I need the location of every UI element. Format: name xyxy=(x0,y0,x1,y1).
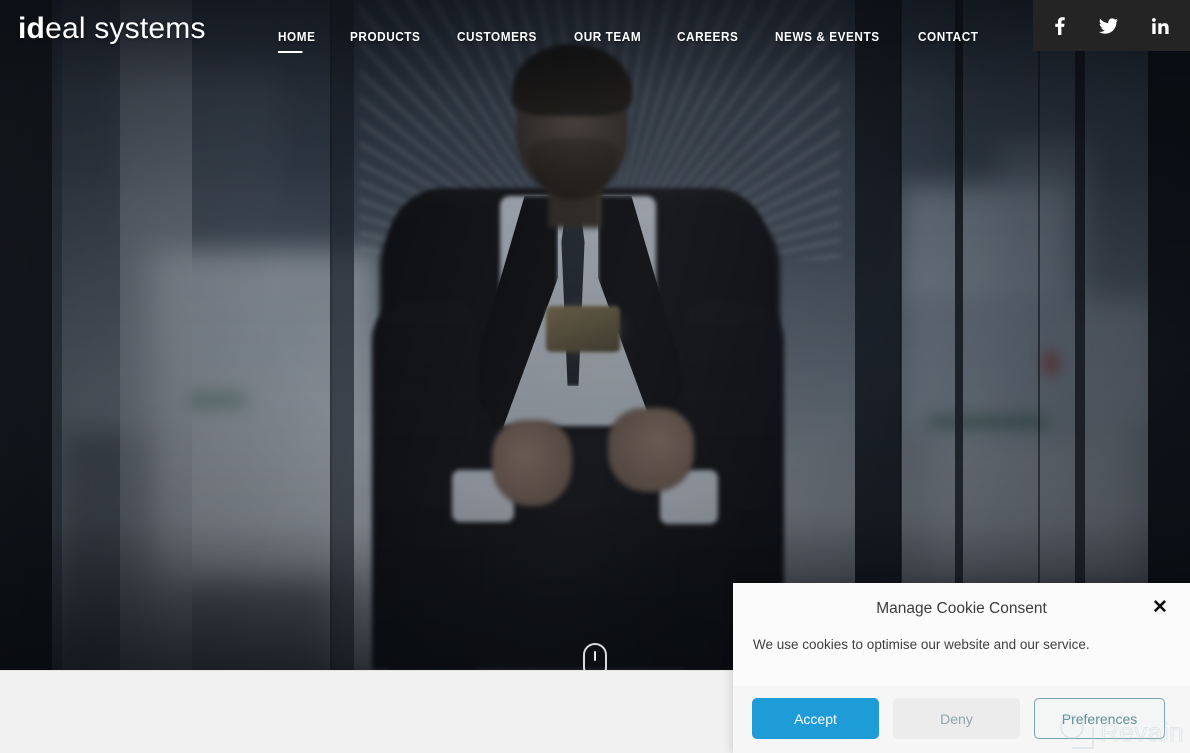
nav-item-products[interactable]: PRODUCTS xyxy=(350,30,435,44)
nav-item-label: OUR TEAM xyxy=(573,30,642,44)
preferences-button[interactable]: Preferences xyxy=(1034,698,1165,739)
logo-bold-part: id xyxy=(18,12,46,45)
nav-item-news-events[interactable]: NEWS & EVENTS xyxy=(775,30,895,44)
cookie-dialog-body: Manage Cookie Consent ✕ We use cookies t… xyxy=(733,583,1190,664)
hero-subject xyxy=(0,0,1190,670)
page-root: ideal systems HOME PRODUCTS CUSTOMERS OU… xyxy=(0,0,1190,753)
active-underline xyxy=(278,51,303,53)
main-navigation: HOME PRODUCTS CUSTOMERS OUR TEAM CAREERS… xyxy=(278,30,982,53)
mouse-scroll-icon[interactable] xyxy=(583,643,607,670)
nav-item-label: CUSTOMERS xyxy=(456,30,537,44)
nav-item-careers[interactable]: CAREERS xyxy=(677,30,753,44)
hero-background-image xyxy=(0,0,1190,670)
deny-button[interactable]: Deny xyxy=(893,698,1020,739)
hero-section xyxy=(0,0,1190,670)
cookie-dialog-actions: Accept Deny Preferences xyxy=(733,686,1190,753)
logo-rest-part: eal systems xyxy=(45,12,206,45)
nav-item-our-team[interactable]: OUR TEAM xyxy=(574,30,656,44)
cookie-dialog-message: We use cookies to optimise our website a… xyxy=(753,637,1090,652)
site-logo[interactable]: ideal systems xyxy=(18,12,206,46)
linkedin-icon[interactable] xyxy=(1151,17,1169,34)
accept-button[interactable]: Accept xyxy=(752,698,879,739)
nav-item-customers[interactable]: CUSTOMERS xyxy=(457,30,552,44)
cookie-dialog-title: Manage Cookie Consent xyxy=(876,600,1047,617)
nav-item-label: CAREERS xyxy=(677,30,739,44)
close-icon[interactable]: ✕ xyxy=(1150,598,1170,618)
nav-item-label: HOME xyxy=(278,30,316,44)
site-header: ideal systems HOME PRODUCTS CUSTOMERS OU… xyxy=(0,0,1190,56)
social-links-bar xyxy=(1033,0,1190,51)
nav-item-label: PRODUCTS xyxy=(349,30,421,44)
nav-item-label: CONTACT xyxy=(918,30,979,44)
twitter-icon[interactable] xyxy=(1098,17,1118,34)
nav-item-contact[interactable]: CONTACT xyxy=(918,30,979,44)
facebook-icon[interactable] xyxy=(1054,16,1065,35)
nav-item-label: NEWS & EVENTS xyxy=(774,30,880,44)
cookie-consent-dialog: Manage Cookie Consent ✕ We use cookies t… xyxy=(733,583,1190,753)
nav-item-home[interactable]: HOME xyxy=(278,30,331,53)
